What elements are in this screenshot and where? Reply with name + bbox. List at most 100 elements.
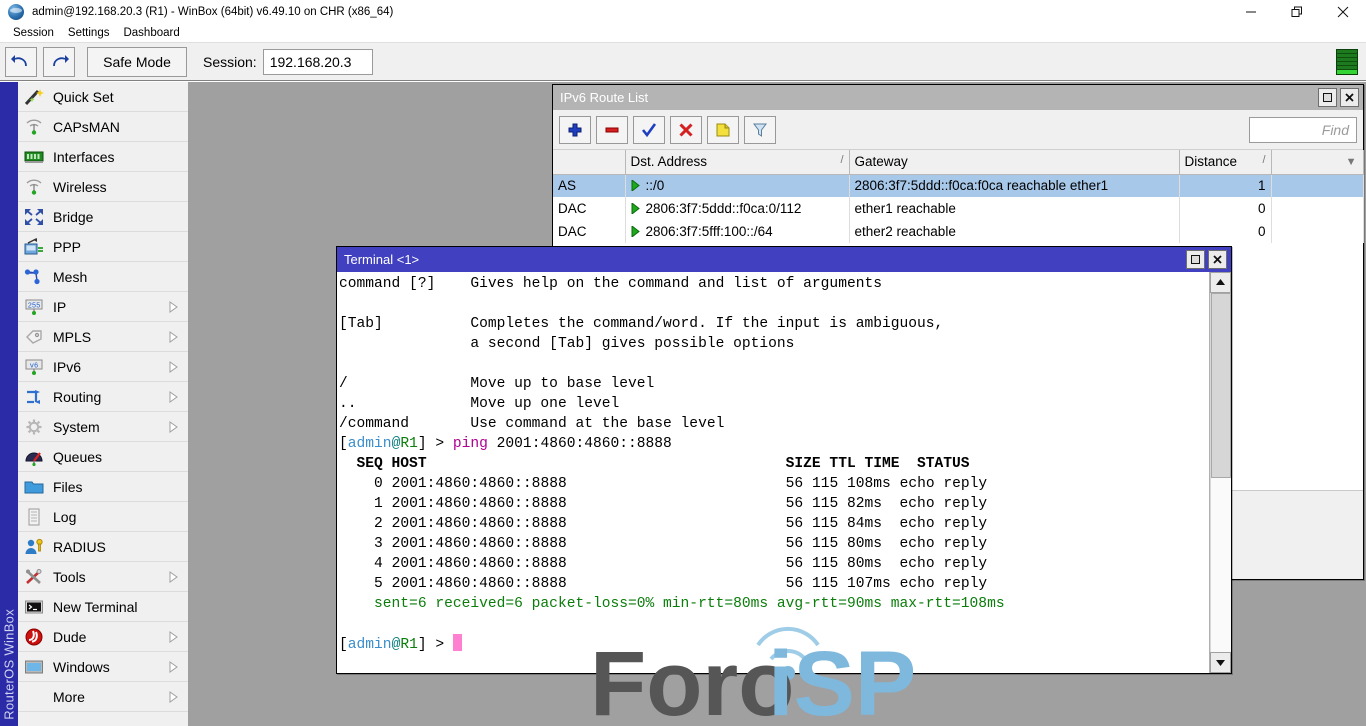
comment-button[interactable]	[707, 116, 739, 144]
route-active-triangle-icon	[631, 202, 640, 217]
sidebar-item-queues[interactable]: Queues	[18, 442, 188, 472]
sidebar-item-interfaces[interactable]: Interfaces	[18, 142, 188, 172]
sidebar-item-label: Mesh	[53, 269, 188, 285]
scroll-up-arrow-icon[interactable]	[1210, 272, 1231, 293]
sidebar-item-label: More	[22, 689, 166, 705]
sidebar-item-ip[interactable]: 255 IP	[18, 292, 188, 322]
chevron-right-icon	[166, 421, 180, 433]
prompt-at: @	[392, 637, 401, 653]
cell-dst-address: 2806:3f7:5fff:100::/64	[625, 220, 849, 243]
sidebar-item-ppp[interactable]: PPP	[18, 232, 188, 262]
sidebar-item-radius[interactable]: RADIUS	[18, 532, 188, 562]
column-menu[interactable]: ▼	[1271, 150, 1363, 174]
table-row[interactable]: AS ::/0 2806:3f7:5ddd::f0ca:f0ca reachab…	[553, 174, 1363, 197]
sidebar-item-more[interactable]: More	[18, 682, 188, 712]
sidebar-item-bridge[interactable]: Bridge	[18, 202, 188, 232]
winbox-application: admin@192.168.20.3 (R1) - WinBox (64bit)…	[0, 0, 1366, 726]
queues-gauge-icon	[22, 446, 46, 468]
ping-row: 4 2001:4860:4860::8888 56 115 80ms echo …	[339, 556, 987, 572]
remove-button[interactable]	[596, 116, 628, 144]
cell-gateway: ether2 reachable	[849, 220, 1179, 243]
column-dst-address[interactable]: Dst. Address/	[625, 150, 849, 174]
close-icon[interactable]	[1320, 0, 1366, 24]
safe-mode-button[interactable]: Safe Mode	[87, 47, 187, 77]
winbox-globe-icon	[8, 4, 24, 20]
menu-dashboard[interactable]: Dashboard	[116, 26, 186, 40]
bridge-arrows-icon	[22, 206, 46, 228]
chevron-right-icon	[166, 391, 180, 403]
filter-button[interactable]	[744, 116, 776, 144]
sidebar-item-label: Windows	[53, 659, 166, 675]
terminal-output[interactable]: command [?] Gives help on the command an…	[337, 272, 1209, 673]
undo-arrow-icon[interactable]	[5, 47, 37, 77]
route-active-triangle-icon	[631, 179, 640, 194]
menu-session[interactable]: Session	[6, 26, 61, 40]
close-icon[interactable]	[1340, 88, 1359, 107]
terminal-body[interactable]: command [?] Gives help on the command an…	[337, 272, 1231, 673]
folder-icon	[22, 476, 46, 498]
terminal-window: Terminal <1> command [?] Gives help on t…	[336, 246, 1232, 674]
add-button[interactable]	[559, 116, 591, 144]
ping-table-header: SEQ HOST SIZE TTL TIME STATUS	[339, 456, 970, 472]
sidebar-item-log[interactable]: Log	[18, 502, 188, 532]
route-list-table: Dst. Address/ Gateway Distance/ ▼	[553, 150, 1364, 243]
terminal-scrollbar[interactable]	[1209, 272, 1231, 673]
sidebar-item-ipv6[interactable]: v6 IPv6	[18, 352, 188, 382]
sidebar-item-label: Routing	[53, 389, 166, 405]
column-flags[interactable]	[553, 150, 625, 174]
chevron-right-icon	[166, 361, 180, 373]
chevron-right-icon	[166, 331, 180, 343]
sidebar-item-dude[interactable]: Dude	[18, 622, 188, 652]
route-window-controls	[1318, 88, 1363, 107]
find-input[interactable]: Find	[1249, 117, 1357, 143]
enable-button[interactable]	[633, 116, 665, 144]
restore-icon[interactable]	[1318, 88, 1337, 107]
sidebar-item-new-terminal[interactable]: New Terminal	[18, 592, 188, 622]
menu-settings[interactable]: Settings	[61, 26, 117, 40]
close-icon[interactable]	[1208, 250, 1227, 269]
minimize-icon[interactable]	[1228, 0, 1274, 24]
scrollbar-track[interactable]	[1210, 293, 1231, 652]
column-gateway[interactable]: Gateway	[849, 150, 1179, 174]
user-key-icon	[22, 536, 46, 558]
table-row[interactable]: DAC 2806:3f7:5fff:100::/64 ether2 reacha…	[553, 220, 1363, 243]
scrollbar-thumb[interactable]	[1211, 293, 1231, 478]
sidebar-item-system[interactable]: System	[18, 412, 188, 442]
scroll-down-arrow-icon[interactable]	[1210, 652, 1231, 673]
routing-arrows-icon	[22, 386, 46, 408]
chevron-down-icon[interactable]: ▼	[1346, 156, 1357, 168]
terminal-titlebar[interactable]: Terminal <1>	[337, 247, 1231, 272]
disable-button[interactable]	[670, 116, 702, 144]
sidebar-item-capsman[interactable]: CAPsMAN	[18, 112, 188, 142]
route-window-titlebar[interactable]: IPv6 Route List	[553, 85, 1363, 110]
sidebar-item-quick-set[interactable]: Quick Set	[18, 82, 188, 112]
sidebar-item-mesh[interactable]: Mesh	[18, 262, 188, 292]
terminal-title: Terminal <1>	[344, 252, 419, 267]
sidebar-item-wireless[interactable]: Wireless	[18, 172, 188, 202]
sidebar-item-label: IP	[53, 299, 166, 315]
ipv6-icon: v6	[22, 356, 46, 378]
column-distance[interactable]: Distance/	[1179, 150, 1271, 174]
sidebar-item-windows[interactable]: Windows	[18, 652, 188, 682]
table-row[interactable]: DAC 2806:3f7:5ddd::f0ca:0/112 ether1 rea…	[553, 197, 1363, 220]
ping-row: 0 2001:4860:4860::8888 56 115 108ms echo…	[339, 476, 987, 492]
sidebar-item-mpls[interactable]: MPLS	[18, 322, 188, 352]
sidebar-item-files[interactable]: Files	[18, 472, 188, 502]
command-arg: 2001:4860:4860::8888	[488, 436, 672, 452]
prompt-host: R1	[400, 436, 418, 452]
sidebar-item-label: RADIUS	[53, 539, 188, 555]
restore-icon[interactable]	[1186, 250, 1205, 269]
sidebar-item-tools[interactable]: Tools	[18, 562, 188, 592]
session-input[interactable]: 192.168.20.3	[263, 49, 373, 75]
sidebar-item-routing[interactable]: Routing	[18, 382, 188, 412]
restore-icon[interactable]	[1274, 0, 1320, 24]
cell-flags: AS	[553, 174, 625, 197]
ping-row: 3 2001:4860:4860::8888 56 115 80ms echo …	[339, 536, 987, 552]
sidebar-item-label: System	[53, 419, 166, 435]
sidebar-item-label: CAPsMAN	[53, 119, 188, 135]
chevron-right-icon	[166, 661, 180, 673]
dude-icon	[22, 626, 46, 648]
ping-row: 1 2001:4860:4860::8888 56 115 82ms echo …	[339, 496, 987, 512]
redo-arrow-icon[interactable]	[43, 47, 75, 77]
term-line: .. Move up one level	[339, 396, 619, 412]
